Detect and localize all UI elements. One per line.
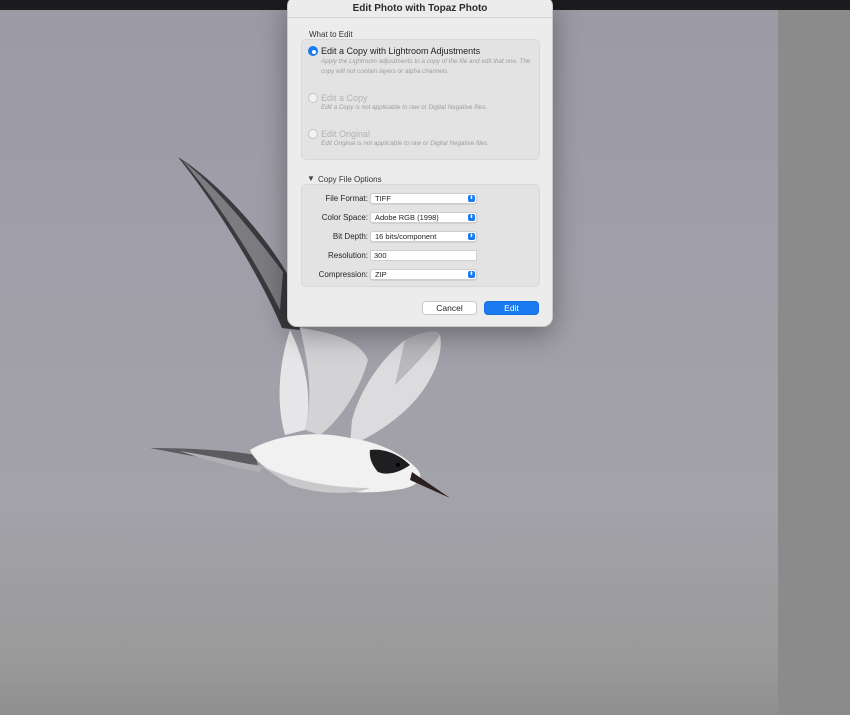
file-format-label: File Format:: [325, 194, 368, 203]
radio-edit-copy-lr-adjustments[interactable]: [308, 46, 318, 56]
bit-depth-value: 16 bits/component: [375, 232, 437, 241]
popup-arrows-icon: ⬍: [468, 233, 475, 240]
resolution-input[interactable]: 300: [370, 250, 477, 261]
option-edit-copy-lr-description: Apply the Lightroom adjustments to a cop…: [321, 58, 531, 75]
option-edit-copy-label[interactable]: Edit a Copy: [321, 93, 368, 103]
radio-edit-original[interactable]: [308, 129, 318, 139]
radio-edit-copy[interactable]: [308, 93, 318, 103]
option-edit-copy-description: Edit a Copy is not applicable to raw or …: [321, 104, 488, 111]
bit-depth-select[interactable]: 16 bits/component ⬍: [370, 231, 477, 242]
file-format-value: TIFF: [375, 194, 391, 203]
compression-select[interactable]: ZIP ⬍: [370, 269, 477, 280]
resolution-label: Resolution:: [327, 251, 368, 260]
compression-label: Compression:: [318, 270, 368, 279]
popup-arrows-icon: ⬍: [468, 271, 475, 278]
option-edit-original-description: Edit Original is not applicable to raw o…: [321, 140, 489, 147]
disclosure-triangle-icon[interactable]: ▼: [307, 174, 315, 183]
cancel-button[interactable]: Cancel: [422, 301, 477, 315]
bit-depth-label: Bit Depth:: [332, 232, 368, 241]
option-edit-original-label[interactable]: Edit Original: [321, 129, 370, 139]
edit-button[interactable]: Edit: [484, 301, 539, 315]
what-to-edit-label: What to Edit: [309, 30, 353, 39]
compression-value: ZIP: [375, 270, 387, 279]
file-format-select[interactable]: TIFF ⬍: [370, 193, 477, 204]
color-space-label: Color Space:: [321, 213, 368, 222]
copy-file-options-label[interactable]: Copy File Options: [318, 175, 382, 184]
option-edit-copy-lr-label[interactable]: Edit a Copy with Lightroom Adjustments: [321, 46, 480, 56]
color-space-select[interactable]: Adobe RGB (1998) ⬍: [370, 212, 477, 223]
color-space-value: Adobe RGB (1998): [375, 213, 439, 222]
edit-photo-dialog: Edit Photo with Topaz Photo What to Edit…: [287, 0, 553, 327]
side-panel-strip: [778, 10, 850, 715]
popup-arrows-icon: ⬍: [468, 214, 475, 221]
popup-arrows-icon: ⬍: [468, 195, 475, 202]
dialog-title: Edit Photo with Topaz Photo: [352, 3, 488, 14]
